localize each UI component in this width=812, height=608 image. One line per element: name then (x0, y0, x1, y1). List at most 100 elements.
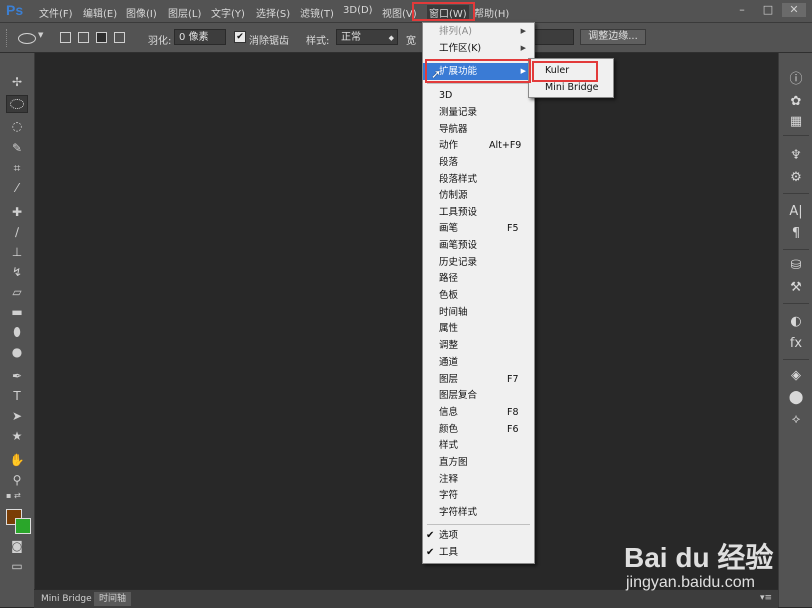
screen-mode-icon[interactable]: ▭ (6, 557, 28, 575)
intersect-selection-icon[interactable] (114, 32, 125, 43)
channels-panel-icon[interactable]: ⬤ (786, 389, 806, 407)
new-selection-icon[interactable] (60, 32, 71, 43)
clone-source-icon[interactable]: ⛁ (786, 257, 806, 275)
menu-item-color[interactable]: 颜色 F6 (423, 421, 534, 438)
menu-item-styles[interactable]: 样式 (423, 437, 534, 454)
blur-tool-icon[interactable]: ⬮ (6, 323, 28, 341)
window-menu-dropdown: 排列(A) ▶ 工作区(K) ▶ 扩展功能 ▶ 3D 测量记录 导航器 动作 Alt+F… (422, 22, 535, 564)
menu-item-layer-comps[interactable]: 图层复合 (423, 387, 534, 404)
lasso-tool-icon[interactable]: ◌ (6, 117, 28, 135)
menu-item-brush-presets[interactable]: 画笔预设 (423, 237, 534, 254)
menu-item-arrange[interactable]: 排列(A) ▶ (423, 23, 534, 40)
healing-brush-tool-icon[interactable]: ✚ (6, 203, 28, 221)
pen-tool-icon[interactable]: ✒ (6, 367, 28, 385)
paragraph-panel-icon[interactable]: ¶ (786, 225, 806, 243)
grip-handle[interactable] (6, 29, 9, 47)
menu-item-properties[interactable]: 属性 (423, 320, 534, 337)
menu-item-workspace[interactable]: 工作区(K) ▶ (423, 40, 534, 57)
menu-file[interactable]: 文件(F) (39, 5, 73, 20)
menu-item-clone-source[interactable]: 仿制源 (423, 187, 534, 204)
properties-panel-icon[interactable]: fx (786, 335, 806, 353)
refine-edge-button[interactable]: 调整边缘... (580, 29, 646, 45)
menu-select[interactable]: 选择(S) (256, 5, 290, 20)
menu-3d[interactable]: 3D(D) (343, 5, 373, 16)
character-panel-icon[interactable]: A| (786, 203, 806, 221)
hand-tool-icon[interactable]: ✋ (6, 451, 28, 469)
zoom-tool-icon[interactable]: ⚲ (6, 471, 28, 489)
menu-item-tool-presets[interactable]: 工具预设 (423, 204, 534, 221)
menu-item-paragraph[interactable]: 段落 (423, 154, 534, 171)
tab-timeline[interactable]: 时间轴 (94, 592, 132, 606)
minimize-button[interactable]: – (730, 3, 754, 17)
antialias-checkbox[interactable]: ✔ (234, 31, 246, 43)
eyedropper-tool-icon[interactable]: ⁄ (6, 179, 28, 197)
move-tool-icon[interactable]: ✢ (6, 73, 28, 91)
brush-presets-icon[interactable]: ⚙ (786, 169, 806, 187)
submenu-arrow-icon: ▶ (520, 27, 526, 35)
type-tool-icon[interactable]: T (6, 387, 28, 405)
menu-item-brush[interactable]: 画笔 F5 (423, 220, 534, 237)
background-color-swatch[interactable] (15, 518, 31, 534)
style-select[interactable]: 正常 ◆ (336, 29, 398, 45)
swap-colors-icon[interactable]: ▪ ⇄ (6, 491, 32, 501)
crop-tool-icon[interactable]: ⌗ (6, 159, 28, 177)
brush-tool-icon[interactable]: ∕ (6, 223, 28, 241)
quick-mask-icon[interactable]: ◙ (6, 537, 28, 555)
adjustments-panel-icon[interactable]: ◐ (786, 313, 806, 331)
subtract-selection-icon[interactable] (96, 32, 107, 43)
layers-panel-icon[interactable]: ◈ (786, 367, 806, 385)
paths-panel-icon[interactable]: ⟡ (786, 411, 806, 429)
add-selection-icon[interactable] (78, 32, 89, 43)
menu-item-3d[interactable]: 3D (423, 87, 534, 104)
gradient-tool-icon[interactable]: ▬ (6, 303, 28, 321)
submenu-item-mini-bridge[interactable]: Mini Bridge (545, 82, 598, 93)
menu-item-channels[interactable]: 通道 (423, 354, 534, 371)
tab-mini-bridge[interactable]: Mini Bridge (36, 592, 97, 606)
history-brush-tool-icon[interactable]: ↯ (6, 263, 28, 281)
swatches-panel-icon[interactable]: ▦ (786, 113, 806, 131)
marquee-tool-icon[interactable] (6, 95, 28, 113)
menu-type[interactable]: 文字(Y) (211, 5, 245, 20)
height-input[interactable] (534, 29, 574, 45)
checkmark-icon: ✔ (426, 530, 435, 541)
menu-item-navigator[interactable]: 导航器 (423, 121, 534, 138)
menu-item-options[interactable]: ✔ 选项 (423, 527, 534, 544)
feather-input[interactable]: 0 像素 (174, 29, 226, 45)
menu-item-character[interactable]: 字符 (423, 487, 534, 504)
menu-item-timeline[interactable]: 时间轴 (423, 304, 534, 321)
menu-item-character-styles[interactable]: 字符样式 (423, 504, 534, 521)
tool-presets-icon[interactable]: ⚒ (786, 279, 806, 297)
color-panel-icon[interactable]: ✿ (786, 93, 806, 111)
menu-image[interactable]: 图像(I) (126, 5, 157, 20)
path-select-tool-icon[interactable]: ➤ (6, 407, 28, 425)
menu-item-layers[interactable]: 图层 F7 (423, 371, 534, 388)
info-panel-icon[interactable]: ⓘ (786, 71, 806, 89)
menu-item-notes[interactable]: 注释 (423, 471, 534, 488)
shape-tool-icon[interactable]: ★ (6, 427, 28, 445)
menu-item-actions[interactable]: 动作 Alt+F9 (423, 137, 534, 154)
brush-panel-icon[interactable]: ♆ (786, 147, 806, 165)
clone-stamp-tool-icon[interactable]: ⊥ (6, 243, 28, 261)
menu-item-adjustments[interactable]: 调整 (423, 337, 534, 354)
menu-item-info[interactable]: 信息 F8 (423, 404, 534, 421)
eraser-tool-icon[interactable]: ▱ (6, 283, 28, 301)
panel-separator (783, 193, 809, 194)
close-button[interactable]: ✕ (782, 3, 806, 17)
menu-item-paths[interactable]: 路径 (423, 270, 534, 287)
menu-layer[interactable]: 图层(L) (168, 5, 201, 20)
menu-item-paragraph-styles[interactable]: 段落样式 (423, 171, 534, 188)
menu-item-history[interactable]: 历史记录 (423, 254, 534, 271)
quick-select-tool-icon[interactable]: ✎ (6, 139, 28, 157)
restore-button[interactable]: □ (756, 3, 780, 17)
chevron-down-icon[interactable]: ▼ (38, 31, 43, 39)
ellipse-marquee-icon[interactable] (18, 33, 36, 44)
menu-item-swatches[interactable]: 色板 (423, 287, 534, 304)
menu-item-tools[interactable]: ✔ 工具 (423, 544, 534, 561)
menu-item-measurement-log[interactable]: 测量记录 (423, 104, 534, 121)
dodge-tool-icon[interactable]: ● (6, 343, 28, 361)
menu-help[interactable]: 帮助(H) (474, 5, 509, 20)
menu-edit[interactable]: 编辑(E) (83, 5, 117, 20)
feather-label: 羽化: (148, 36, 172, 47)
menu-filter[interactable]: 滤镜(T) (300, 5, 334, 20)
menu-item-histogram[interactable]: 直方图 (423, 454, 534, 471)
